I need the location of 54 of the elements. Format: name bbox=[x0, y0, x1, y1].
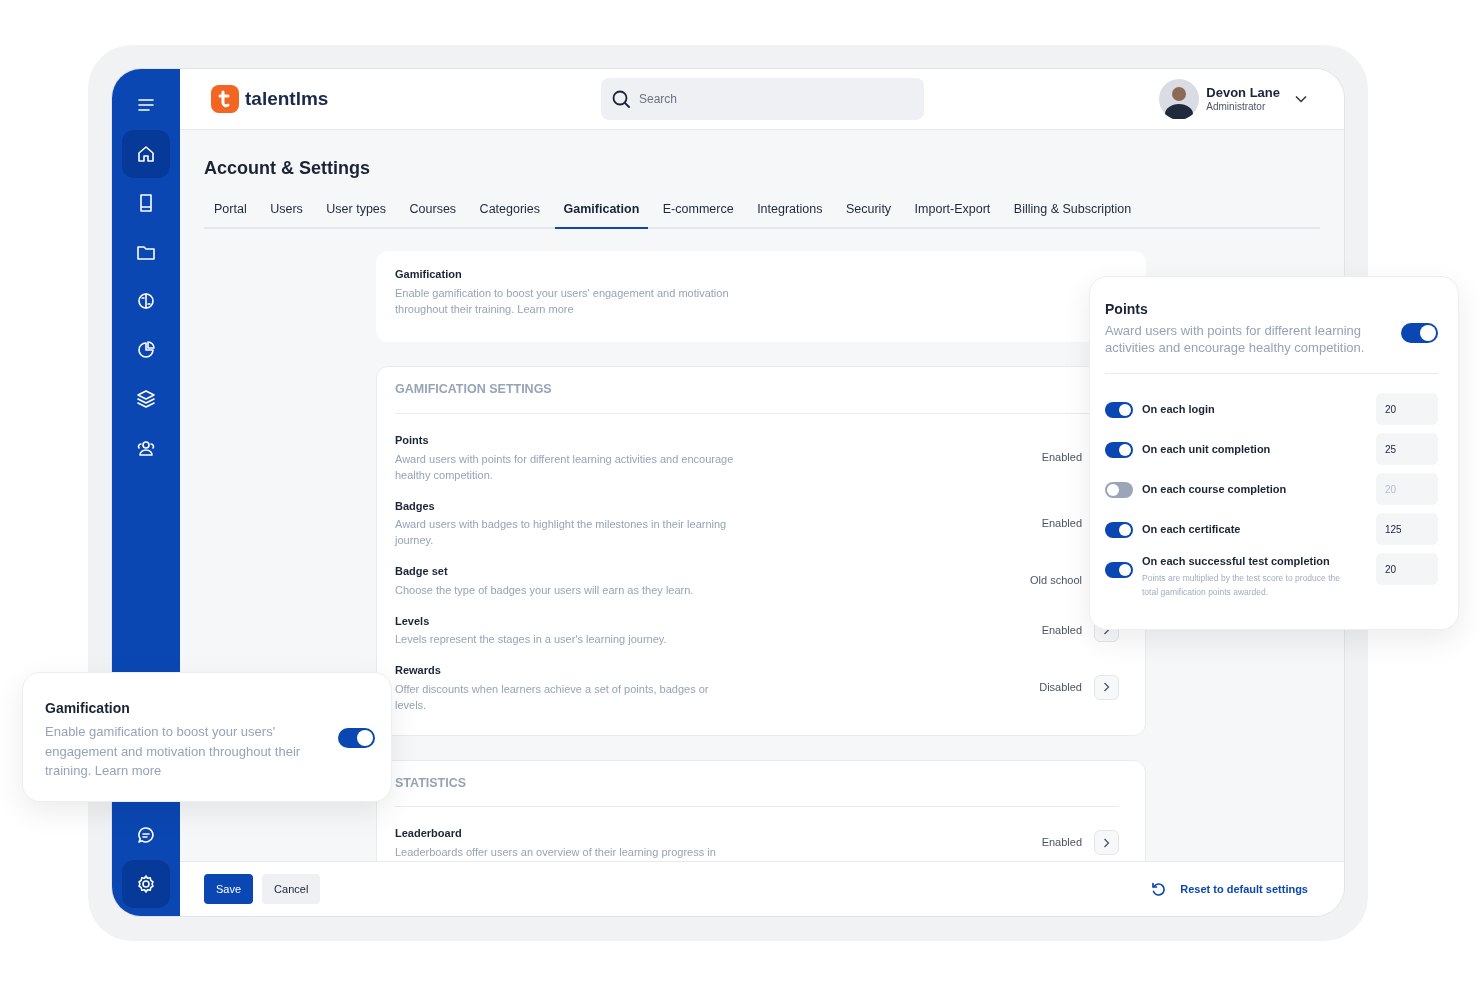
points-field[interactable]: 125 bbox=[1376, 513, 1438, 545]
option-label: On each unit completion bbox=[1142, 442, 1272, 457]
user-name: Devon Lane bbox=[1206, 84, 1280, 101]
logo-text: talentlms bbox=[245, 86, 329, 111]
tab[interactable]: Users bbox=[261, 200, 312, 229]
setting-status: Enabled bbox=[1041, 515, 1082, 531]
setting-status: Disabled bbox=[1039, 680, 1082, 695]
setting-description: Offer discounts when learners achieve a set of points, badges or levels. bbox=[395, 681, 710, 713]
setting-status: Enabled bbox=[1041, 450, 1082, 465]
points-field[interactable]: 20 bbox=[1376, 553, 1438, 585]
setting-title: Leaderboard bbox=[395, 826, 463, 842]
setting-description: Levels represent the stages in a user's learning journey. bbox=[395, 632, 668, 647]
setting-description: Award users with points for different learning activities and encourage healthy competition. bbox=[395, 451, 735, 483]
reset-link[interactable]: Reset to default settings bbox=[1180, 880, 1308, 898]
cancel-button[interactable]: Cancel bbox=[262, 874, 321, 904]
setting-title: Badge set bbox=[395, 564, 449, 579]
card-description: Enable gamification to boost your users' engagement and motivation throughout their training. Learn more bbox=[395, 286, 730, 318]
popup-title: Points bbox=[1105, 300, 1149, 319]
tab[interactable]: E-commerce bbox=[653, 200, 743, 229]
tab[interactable]: Portal bbox=[205, 200, 256, 229]
setting-status: Enabled bbox=[1041, 835, 1082, 851]
points-field[interactable]: 25 bbox=[1376, 433, 1438, 465]
setting-status: Old school bbox=[1030, 573, 1082, 588]
popup-title: Gamification bbox=[45, 699, 131, 718]
tab[interactable]: Security bbox=[836, 200, 901, 229]
setting-title: Points bbox=[395, 433, 430, 448]
setting-description: Leaderboards offer users an overview of their learning progress in bbox=[395, 844, 717, 860]
setting-title: Levels bbox=[395, 613, 431, 629]
setting-description: Choose the type of badges your users will earn as they learn. bbox=[395, 582, 695, 598]
option-label: On each course completion bbox=[1142, 482, 1288, 497]
points-field[interactable]: 20 bbox=[1376, 393, 1438, 425]
card-title: Gamification bbox=[395, 266, 463, 282]
search-field[interactable]: Search bbox=[601, 78, 924, 120]
popup-description: Award users with points for different learning activities and encourage healthy competition. bbox=[1105, 322, 1366, 356]
option-label: On each login bbox=[1142, 402, 1216, 417]
option-label: On each successful test completion bbox=[1142, 554, 1331, 569]
setting-title: Badges bbox=[395, 498, 436, 514]
tab[interactable]: Import-Export bbox=[905, 200, 1000, 229]
tab[interactable]: Integrations bbox=[748, 200, 832, 229]
setting-title: Rewards bbox=[395, 663, 442, 678]
tab[interactable]: Courses bbox=[400, 200, 466, 229]
user-role: Administrator bbox=[1206, 100, 1267, 114]
save-button[interactable]: Save bbox=[204, 874, 254, 904]
tab[interactable]: Billing & Subscription bbox=[1004, 200, 1141, 229]
tab[interactable]: Categories bbox=[470, 200, 550, 229]
setting-description: Award users with badges to highlight the milestones in their learning journey. bbox=[395, 517, 728, 548]
setting-status: Enabled bbox=[1041, 622, 1082, 638]
tab[interactable]: User types bbox=[317, 200, 396, 229]
tab[interactable]: Gamification bbox=[554, 200, 649, 229]
section-heading: STATISTICS bbox=[395, 773, 1119, 808]
option-label: On each certificate bbox=[1142, 522, 1242, 537]
page-title: Account & Settings bbox=[204, 157, 371, 180]
popup-description: Enable gamification to boost your users' engagement and motivation throughout their training. Learn more bbox=[45, 723, 302, 780]
option-note: Points are multiplied by the test score to produce the total gamification points awarded. bbox=[1142, 571, 1341, 599]
